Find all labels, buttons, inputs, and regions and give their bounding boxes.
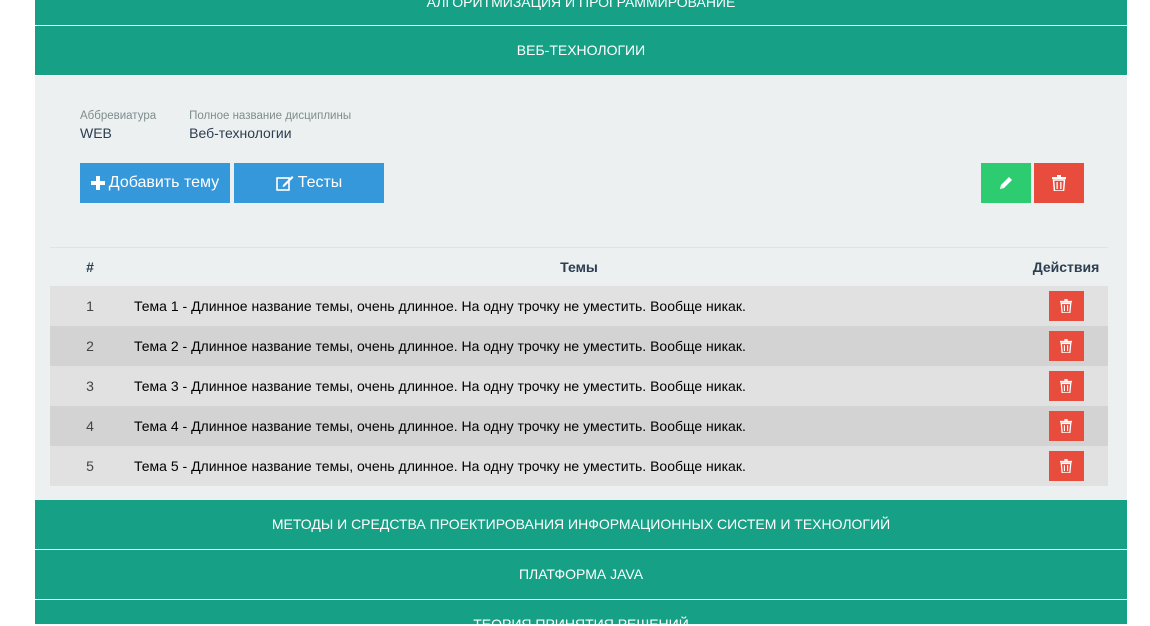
- section-header-java[interactable]: ПЛАТФОРМА JAVA: [35, 550, 1127, 600]
- row-number: 4: [86, 418, 94, 434]
- table-row: 3 Тема 3 - Длинное название темы, очень …: [50, 366, 1108, 406]
- full-name-value: Веб-технологии: [189, 125, 292, 141]
- add-topic-button[interactable]: Добавить тему: [80, 163, 230, 203]
- delete-topic-button[interactable]: [1048, 451, 1084, 481]
- section-title: АЛГОРИТМИЗАЦИЯ И ПРОГРАММИРОВАНИЕ: [426, 0, 736, 10]
- abbreviation-value: WEB: [80, 125, 112, 141]
- delete-discipline-button[interactable]: [1034, 163, 1084, 203]
- pencil-icon: [998, 175, 1014, 191]
- section-title: ПЛАТФОРМА JAVA: [518, 566, 644, 582]
- row-topic: Тема 3 - Длинное название темы, очень дл…: [134, 378, 746, 394]
- add-topic-label: Добавить тему: [108, 174, 220, 191]
- delete-topic-button[interactable]: [1048, 411, 1084, 441]
- delete-topic-button[interactable]: [1048, 331, 1084, 361]
- trash-icon: [1060, 459, 1072, 473]
- section-panel-web: Аббревиатура WEB Полное название дисципл…: [35, 76, 1127, 500]
- row-number: 3: [86, 378, 94, 394]
- discipline-info: Аббревиатура WEB Полное название дисципл…: [80, 110, 351, 141]
- table-row: 1 Тема 1 - Длинное название темы, очень …: [50, 286, 1108, 326]
- accordion: АЛГОРИТМИЗАЦИЯ И ПРОГРАММИРОВАНИЕ ВЕБ-ТЕ…: [35, 0, 1127, 624]
- trash-icon: [1060, 339, 1072, 353]
- edit-discipline-button[interactable]: [981, 163, 1031, 203]
- row-actions: [1024, 411, 1108, 441]
- table-body: 1 Тема 1 - Длинное название темы, очень …: [50, 286, 1108, 486]
- edit-square-icon: [275, 175, 294, 191]
- full-name-label: Полное название дисциплины: [189, 110, 352, 122]
- topics-table: # Темы Действия 1 Тема 1 - Длинное назва…: [50, 247, 1108, 486]
- row-topic: Тема 4 - Длинное название темы, очень дл…: [134, 418, 746, 434]
- section-title: ТЕОРИЯ ПРИНЯТИЯ РЕШЕНИЙ: [473, 616, 689, 624]
- row-number: 1: [86, 298, 94, 314]
- section-header-web[interactable]: ВЕБ-ТЕХНОЛОГИИ: [35, 26, 1127, 76]
- section-header-decision-theory[interactable]: ТЕОРИЯ ПРИНЯТИЯ РЕШЕНИЙ: [35, 600, 1127, 624]
- table-row: 5 Тема 5 - Длинное название темы, очень …: [50, 446, 1108, 486]
- section-title: МЕТОДЫ И СРЕДСТВА ПРОЕКТИРОВАНИЯ ИНФОРМА…: [271, 516, 891, 532]
- abbreviation-block: Аббревиатура WEB: [80, 110, 156, 141]
- trash-icon: [1060, 419, 1072, 433]
- row-actions: [1024, 291, 1108, 321]
- header-actions: Действия: [1032, 259, 1100, 275]
- row-number: 5: [86, 458, 94, 474]
- trash-icon: [1060, 379, 1072, 393]
- section-header-algorithms[interactable]: АЛГОРИТМИЗАЦИЯ И ПРОГРАММИРОВАНИЕ: [35, 0, 1127, 26]
- section-title: ВЕБ-ТЕХНОЛОГИИ: [516, 42, 646, 58]
- table-header: # Темы Действия: [50, 248, 1108, 286]
- header-number: #: [86, 259, 94, 275]
- tests-button[interactable]: Тесты: [234, 163, 384, 203]
- tests-label: Тесты: [297, 174, 343, 191]
- table-row: 4 Тема 4 - Длинное название темы, очень …: [50, 406, 1108, 446]
- row-topic: Тема 5 - Длинное название темы, очень дл…: [134, 458, 746, 474]
- delete-topic-button[interactable]: [1048, 371, 1084, 401]
- row-actions: [1024, 451, 1108, 481]
- row-topic: Тема 1 - Длинное название темы, очень дл…: [134, 298, 746, 314]
- row-topic: Тема 2 - Длинное название темы, очень дл…: [134, 338, 746, 354]
- delete-topic-button[interactable]: [1048, 291, 1084, 321]
- row-actions: [1024, 371, 1108, 401]
- row-actions: [1024, 331, 1108, 361]
- full-name-block: Полное название дисциплины Веб-технологи…: [189, 110, 351, 141]
- section-header-design-methods[interactable]: МЕТОДЫ И СРЕДСТВА ПРОЕКТИРОВАНИЯ ИНФОРМА…: [35, 500, 1127, 550]
- row-number: 2: [86, 338, 94, 354]
- trash-icon: [1060, 299, 1072, 313]
- header-topics: Темы: [560, 259, 598, 275]
- table-row: 2 Тема 2 - Длинное название темы, очень …: [50, 326, 1108, 366]
- plus-icon: [90, 176, 105, 190]
- abbreviation-label: Аббревиатура: [80, 110, 157, 122]
- trash-icon: [1052, 175, 1066, 191]
